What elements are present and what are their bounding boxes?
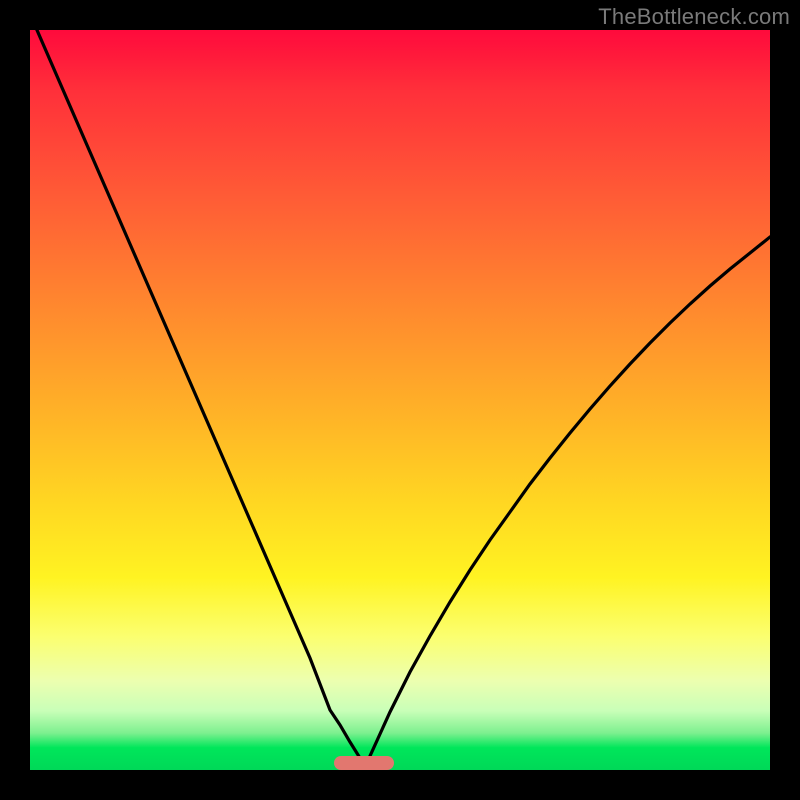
right-curve [364, 237, 770, 770]
plot-area [30, 30, 770, 770]
curve-overlay [30, 30, 770, 770]
chart-frame: TheBottleneck.com [0, 0, 800, 800]
left-curve [30, 30, 364, 770]
minimum-marker [334, 756, 394, 770]
watermark-text: TheBottleneck.com [598, 4, 790, 30]
